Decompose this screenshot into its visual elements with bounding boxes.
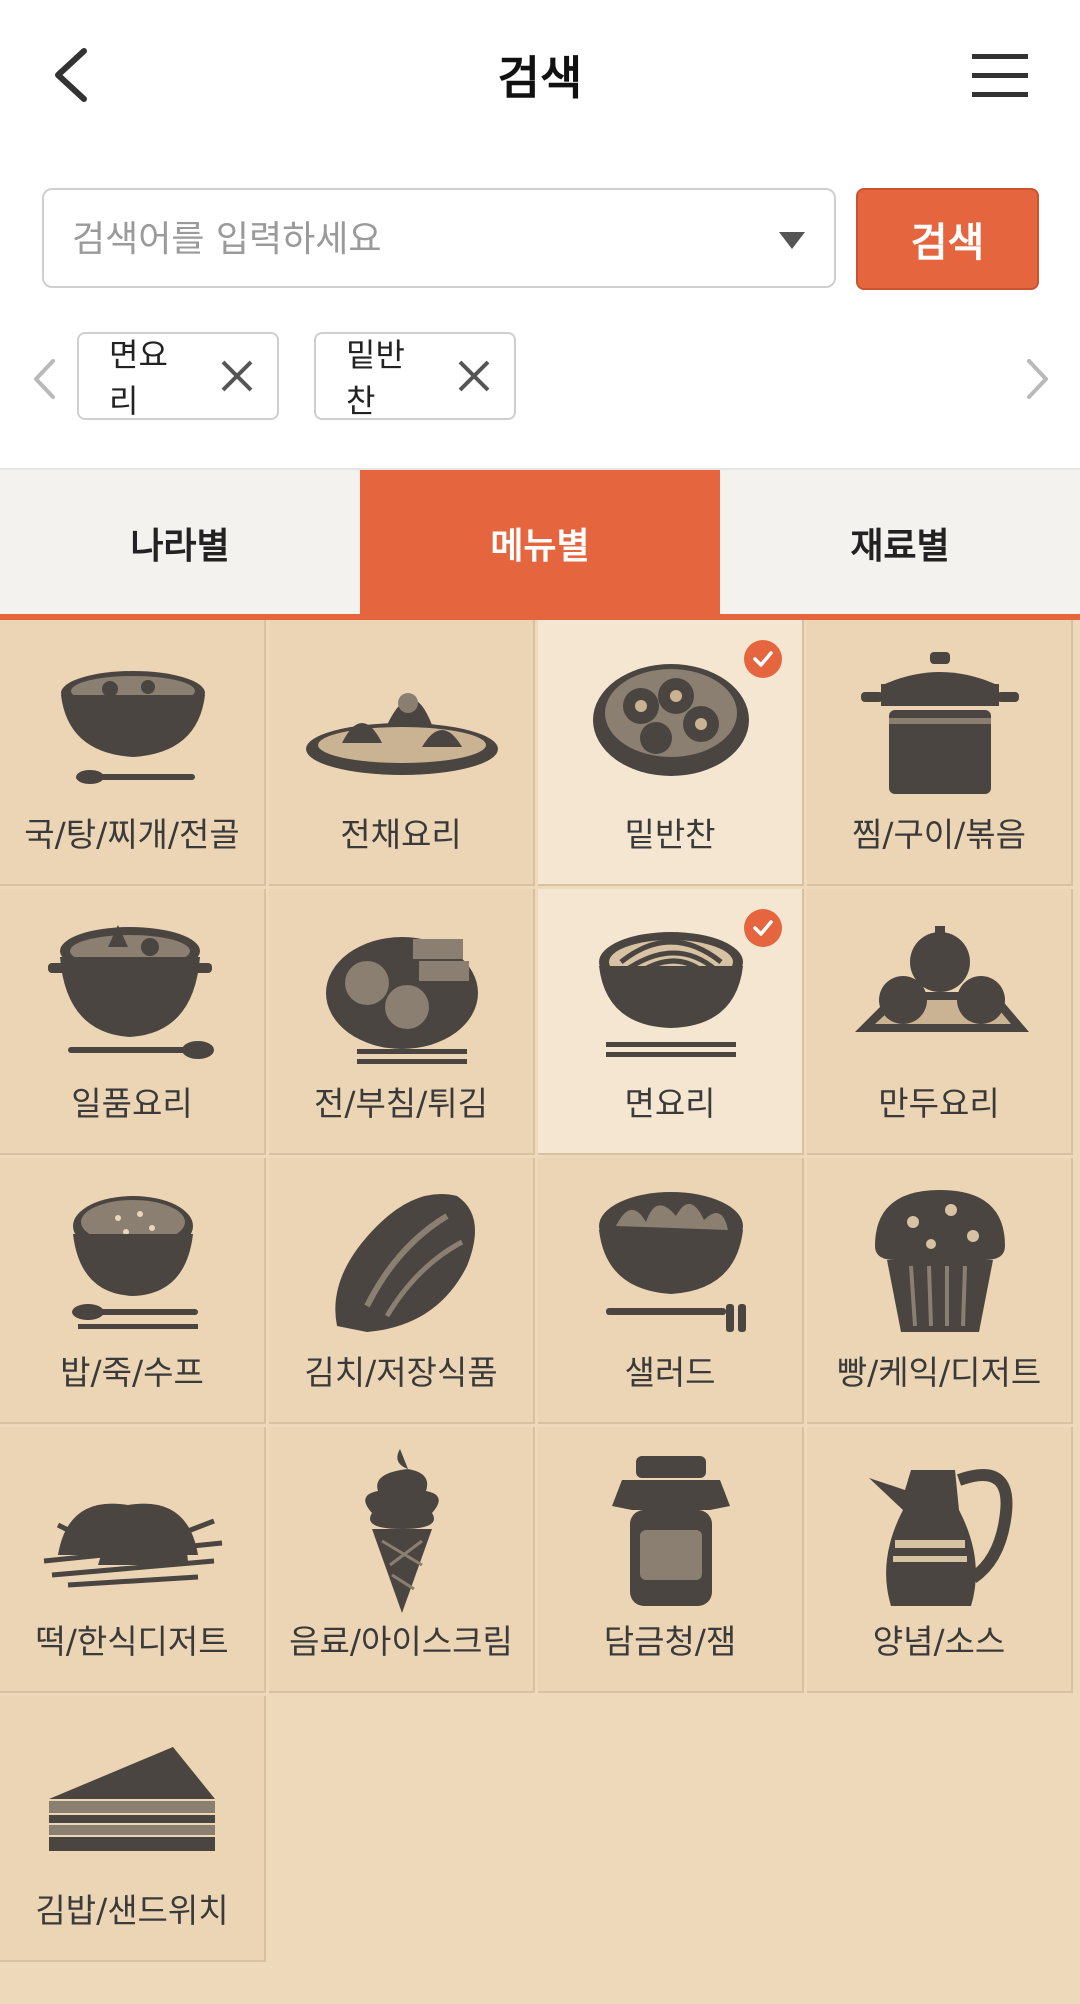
category-label: 담금청/잼 [603, 1622, 737, 1661]
jam-jar-icon [538, 1455, 804, 1606]
category-tile[interactable]: 만두요리 [807, 889, 1073, 1155]
category-label: 양념/소스 [872, 1622, 1006, 1661]
header-bar: 검색 [0, 0, 1080, 150]
dumplings-icon [807, 917, 1073, 1067]
soup-bowl-icon [0, 648, 266, 798]
cabbage-icon [269, 1186, 535, 1336]
category-tile[interactable]: 담금청/잼 [538, 1427, 804, 1693]
muffin-icon [807, 1186, 1073, 1336]
category-tile[interactable]: 떡/한식디저트 [0, 1427, 266, 1693]
category-tile[interactable]: 일품요리 [0, 889, 266, 1155]
category-tile[interactable]: 양념/소스 [807, 1427, 1073, 1693]
chevron-left-icon [34, 359, 55, 399]
category-tabs: 나라별 메뉴별 재료별 [0, 470, 1080, 616]
category-tile[interactable]: 김치/저장식품 [269, 1158, 535, 1424]
checkmark-icon [744, 909, 782, 947]
category-label: 일품요리 [71, 1084, 193, 1123]
filter-chip-label: 밑반찬 [346, 336, 405, 420]
salad-bowl-icon [538, 1186, 804, 1336]
category-label: 만두요리 [878, 1084, 1000, 1123]
category-label: 샐러드 [624, 1353, 716, 1392]
category-tile[interactable]: 샐러드 [538, 1158, 804, 1424]
chips-scroll-right[interactable] [1016, 348, 1060, 410]
category-tile[interactable]: 전/부침/튀김 [269, 889, 535, 1155]
category-label: 떡/한식디저트 [35, 1622, 229, 1661]
fried-food-icon [269, 917, 535, 1067]
selected-filters: 면요리 밑반찬 [0, 330, 1080, 430]
category-tile[interactable]: 찜/구이/볶음 [807, 620, 1073, 886]
hot-pot-icon [0, 917, 266, 1067]
category-tile[interactable]: 밑반찬 [538, 620, 804, 886]
category-label: 국/탕/찌개/전골 [24, 815, 240, 854]
rice-bowl-icon [0, 1186, 266, 1336]
category-label: 김치/저장식품 [304, 1353, 498, 1392]
close-icon [458, 360, 490, 392]
category-tile[interactable]: 밥/죽/수프 [0, 1158, 266, 1424]
chevron-right-icon [1027, 359, 1048, 399]
tab-by-ingredient[interactable]: 재료별 [720, 470, 1080, 616]
chips-scroll-left[interactable] [22, 348, 66, 410]
tab-by-menu[interactable]: 메뉴별 [360, 470, 720, 616]
category-tile[interactable]: 전채요리 [269, 620, 535, 886]
search-row: 검색 [42, 188, 1039, 290]
rice-cake-icon [0, 1455, 266, 1605]
category-label: 면요리 [624, 1084, 716, 1123]
category-label: 전/부침/튀김 [313, 1084, 489, 1123]
sauce-pitcher-icon [807, 1455, 1073, 1606]
menu-button[interactable] [970, 48, 1030, 104]
tab-by-country[interactable]: 나라별 [0, 470, 360, 616]
appetizer-plate-icon [269, 648, 535, 798]
triangle-down-icon [779, 232, 805, 249]
remove-chip-button[interactable] [456, 358, 492, 394]
steamer-pot-icon [807, 648, 1073, 798]
category-label: 찜/구이/볶음 [851, 815, 1027, 854]
search-box [42, 188, 836, 288]
category-grid: 국/탕/찌개/전골 전채요리 밑반찬 찜/구이/볶음일품요리 전/부침/튀김 면요리 만두요… [0, 620, 1080, 2004]
category-tile[interactable]: 음료/아이스크림 [269, 1427, 535, 1693]
category-tile[interactable]: 국/탕/찌개/전골 [0, 620, 266, 886]
search-input[interactable] [70, 190, 754, 288]
category-label: 밑반찬 [624, 815, 716, 854]
category-label: 전채요리 [340, 815, 462, 854]
close-icon [221, 360, 253, 392]
category-label: 밥/죽/수프 [60, 1353, 204, 1392]
sandwich-icon [0, 1724, 266, 1874]
filter-chip[interactable]: 밑반찬 [314, 332, 516, 420]
page-title: 검색 [497, 51, 583, 105]
ice-cream-cone-icon [269, 1449, 535, 1613]
category-tile[interactable]: 빵/케익/디저트 [807, 1158, 1073, 1424]
search-history-dropdown[interactable] [772, 220, 812, 260]
search-button[interactable]: 검색 [856, 188, 1039, 290]
remove-chip-button[interactable] [219, 358, 255, 394]
category-tile[interactable]: 면요리 [538, 889, 804, 1155]
checkmark-icon [744, 640, 782, 678]
category-label: 빵/케익/디저트 [836, 1353, 1042, 1392]
category-tile[interactable]: 김밥/샌드위치 [0, 1696, 266, 1962]
filter-chip-label: 면요리 [109, 336, 168, 420]
filter-chip[interactable]: 면요리 [77, 332, 279, 420]
hamburger-menu-icon [972, 54, 1028, 97]
category-label: 음료/아이스크림 [289, 1622, 513, 1661]
category-label: 김밥/샌드위치 [35, 1891, 229, 1930]
